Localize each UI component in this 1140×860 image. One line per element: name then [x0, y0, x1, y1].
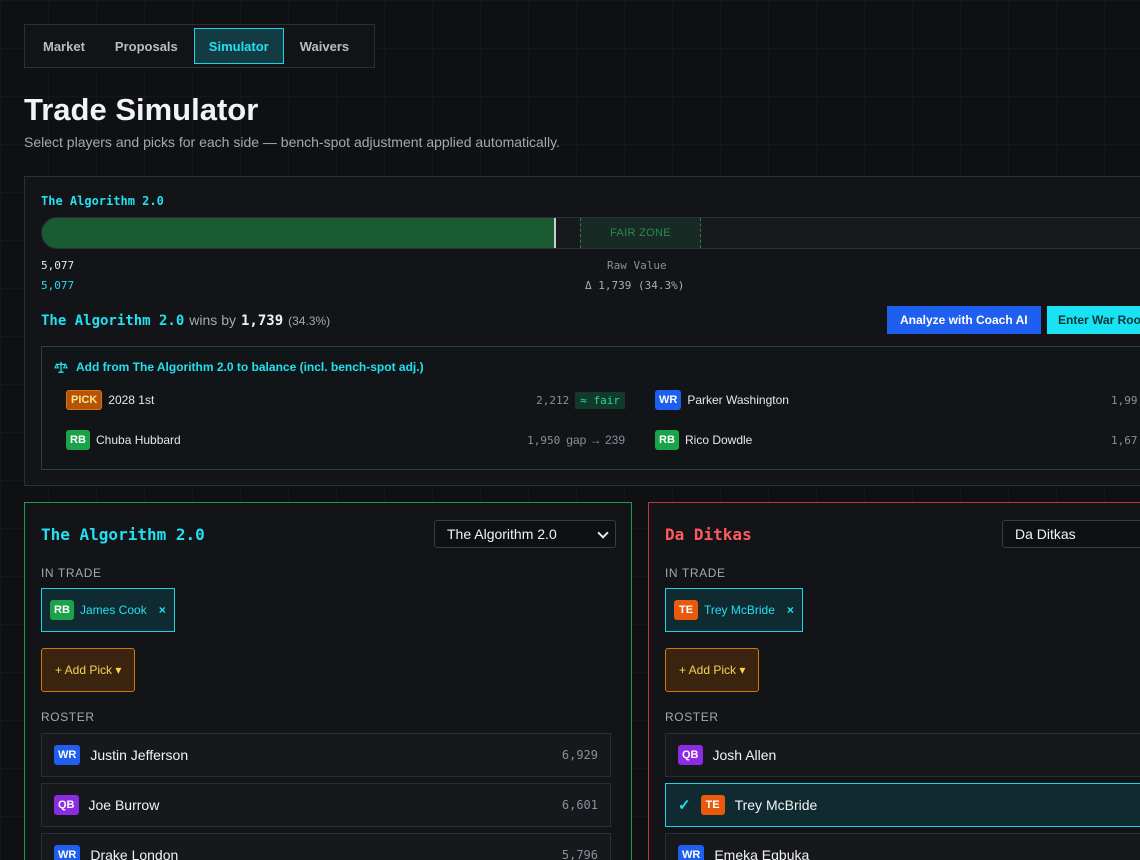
trade-verdict: The Algorithm 2.0 wins by 1,739 (34.3%)	[41, 312, 330, 329]
suggestion-name: 2028 1st	[108, 393, 155, 407]
team-card-left: The Algorithm 2.0 The Algorithm 2.0 IN T…	[24, 502, 632, 860]
suggestion-item[interactable]: RB Chuba Hubbard	[66, 429, 181, 451]
side-a-value: 5,077	[41, 259, 75, 272]
page-title: Trade Simulator	[24, 92, 259, 127]
in-trade-label: IN TRADE	[41, 566, 102, 580]
position-badge: RB	[66, 430, 90, 450]
value-comparison-bar: FAIR ZONE	[41, 217, 1140, 249]
value-bar-team-label: The Algorithm 2.0	[41, 194, 164, 208]
tab-waivers[interactable]: Waivers	[286, 28, 363, 64]
roster-row[interactable]: QB Joe Burrow 6,601	[41, 783, 611, 827]
team-name: The Algorithm 2.0	[41, 525, 205, 544]
in-trade-chip[interactable]: RB James Cook ×	[41, 588, 175, 632]
roster-label: ROSTER	[665, 710, 719, 724]
value-delta: Δ 1,739 (34.3%)	[585, 279, 685, 292]
suggestion-value: 1,67	[1111, 429, 1138, 451]
roster-row[interactable]: WR Justin Jefferson 6,929	[41, 733, 611, 777]
suggestion-name: Parker Washington	[687, 393, 789, 407]
team-select[interactable]: The Algorithm 2.0	[434, 520, 616, 548]
in-trade-player-name: James Cook	[80, 603, 147, 617]
verdict-percent: (34.3%)	[288, 314, 331, 328]
tab-simulator[interactable]: Simulator	[193, 28, 284, 64]
fair-badge: ≈ fair	[575, 391, 625, 409]
position-badge: WR	[54, 745, 81, 765]
remove-icon[interactable]: ×	[159, 603, 166, 617]
roster-row[interactable]: WR Emeka Egbuka	[665, 833, 1140, 860]
roster-row[interactable]: QB Josh Allen	[665, 733, 1140, 777]
suggestion-item[interactable]: RB Rico Dowdle	[655, 429, 752, 451]
suggestion-value-text: 1,67	[1111, 433, 1138, 447]
position-badge: TE	[674, 600, 698, 620]
chevron-down-icon	[597, 527, 609, 539]
fair-zone-label: FAIR ZONE	[610, 227, 671, 239]
suggestion-value-text: 1,99	[1111, 393, 1138, 407]
player-name: Justin Jefferson	[90, 747, 189, 763]
player-name: Emeka Egbuka	[714, 847, 810, 860]
team-select-value: Da Ditkas	[1015, 526, 1076, 542]
suggestion-value: 2,212	[536, 393, 570, 407]
roster-row[interactable]: WR Drake London 5,796	[41, 833, 611, 860]
player-name: Josh Allen	[712, 747, 777, 763]
add-pick-button[interactable]: + Add Pick ▾	[665, 648, 760, 692]
suggestion-value: 1,99	[1111, 389, 1138, 411]
player-value: 6,929	[561, 748, 598, 762]
position-badge: WR	[678, 845, 705, 860]
roster-label: ROSTER	[41, 710, 95, 724]
player-name: Joe Burrow	[88, 797, 160, 813]
verdict-amount: 1,739	[240, 313, 284, 329]
balance-scale-icon	[54, 361, 68, 373]
side-b-value: 5,077	[41, 279, 75, 292]
page-subtitle: Select players and picks for each side —…	[24, 134, 560, 150]
raw-value-label: Raw Value	[607, 259, 667, 272]
suggestions-header-text: Add from The Algorithm 2.0 to balance (i…	[76, 360, 424, 374]
verdict-team: The Algorithm 2.0	[41, 313, 185, 329]
trade-value-panel: The Algorithm 2.0 FAIR ZONE 5,077 5,077 …	[24, 176, 1140, 486]
player-value: 6,601	[561, 798, 598, 812]
position-badge: RB	[50, 600, 74, 620]
remove-icon[interactable]: ×	[787, 603, 794, 617]
team-name: Da Ditkas	[665, 525, 752, 544]
suggestion-name: Chuba Hubbard	[96, 433, 181, 447]
suggestions-header: Add from The Algorithm 2.0 to balance (i…	[54, 360, 424, 374]
in-trade-chip[interactable]: TE Trey McBride ×	[665, 588, 803, 632]
team-card-right: Da Ditkas Da Ditkas IN TRADE TE Trey McB…	[648, 502, 1140, 860]
enter-war-room-button[interactable]: Enter War Room	[1047, 306, 1140, 334]
verdict-wins-by: wins by	[189, 312, 236, 328]
position-badge: TE	[700, 795, 725, 815]
team-select[interactable]: Da Ditkas	[1002, 520, 1140, 548]
suggestion-value-group: 1,950 gap → 239	[527, 429, 625, 451]
position-badge: PICK	[66, 390, 103, 410]
position-badge: QB	[678, 745, 703, 765]
suggestion-name: Rico Dowdle	[685, 433, 753, 447]
suggestion-value: 1,950	[527, 433, 561, 447]
add-pick-button[interactable]: + Add Pick ▾	[41, 648, 136, 692]
suggestion-value-group: 2,212 ≈ fair	[536, 389, 625, 411]
in-trade-label: IN TRADE	[665, 566, 726, 580]
player-name: Drake London	[90, 847, 179, 860]
check-icon: ✓	[678, 797, 691, 814]
suggestion-gap: gap → 239	[566, 433, 625, 447]
analyze-coach-ai-button[interactable]: Analyze with Coach AI	[887, 306, 1041, 334]
fair-zone: FAIR ZONE	[580, 218, 701, 248]
balance-suggestions: Add from The Algorithm 2.0 to balance (i…	[41, 346, 1140, 470]
tab-proposals[interactable]: Proposals	[101, 28, 192, 64]
player-value: 5,796	[561, 848, 598, 860]
tab-market[interactable]: Market	[29, 28, 99, 64]
position-badge: QB	[54, 795, 79, 815]
top-tab-bar: Market Proposals Simulator Waivers	[24, 24, 375, 68]
position-badge: RB	[655, 430, 679, 450]
position-badge: WR	[54, 845, 81, 860]
player-name: Trey McBride	[734, 797, 818, 813]
position-badge: WR	[655, 390, 682, 410]
suggestion-item[interactable]: PICK 2028 1st	[66, 389, 154, 411]
roster-row-selected[interactable]: ✓ TE Trey McBride	[665, 783, 1140, 827]
suggestion-item[interactable]: WR Parker Washington	[655, 389, 789, 411]
team-select-value: The Algorithm 2.0	[447, 526, 557, 542]
value-bar-fill	[42, 218, 554, 248]
value-bar-midpoint	[554, 218, 556, 248]
in-trade-player-name: Trey McBride	[704, 603, 775, 617]
